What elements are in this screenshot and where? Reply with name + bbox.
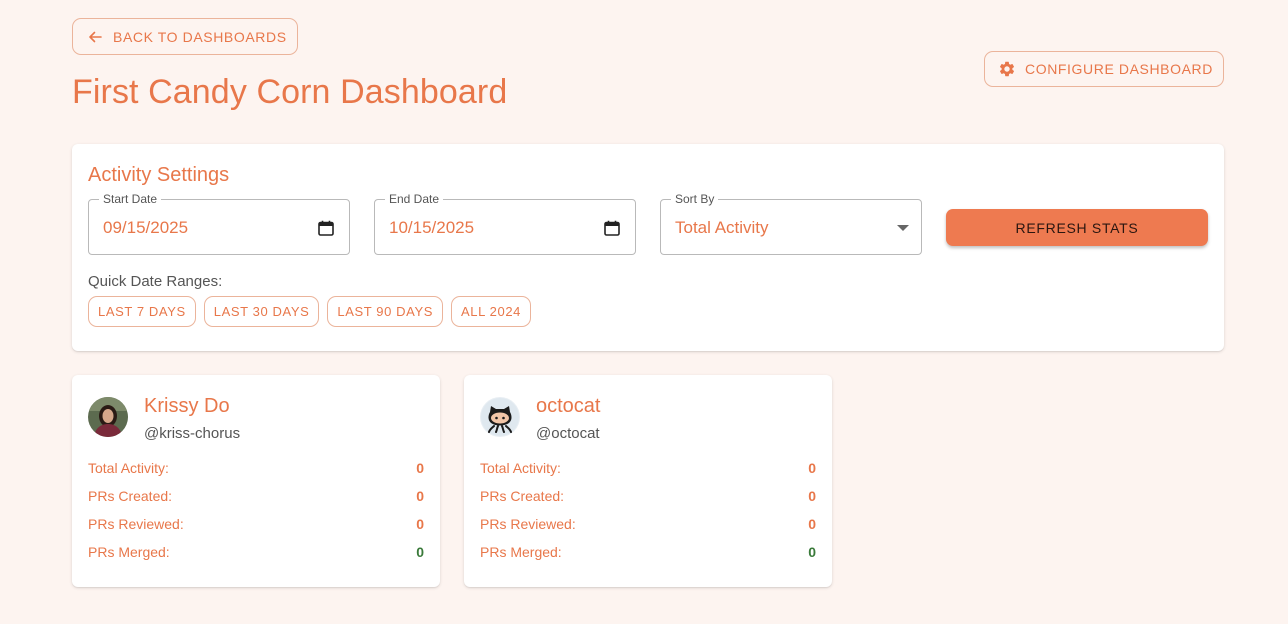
user-handle: @kriss-chorus bbox=[144, 425, 241, 442]
activity-settings-card: Activity Settings Start Date 09/15/2025 … bbox=[72, 144, 1224, 351]
activity-settings-title: Activity Settings bbox=[88, 164, 230, 186]
sort-by-label: Sort By bbox=[671, 192, 719, 206]
stat-label: PRs Created: bbox=[480, 488, 565, 504]
caret-down-icon bbox=[897, 225, 909, 231]
stat-value: 0 bbox=[808, 488, 816, 504]
arrow-left-icon bbox=[87, 29, 103, 45]
refresh-stats-button[interactable]: REFRESH STATS bbox=[946, 209, 1208, 246]
chip-all-2024[interactable]: ALL 2024 bbox=[451, 296, 531, 327]
user-card: Krissy Do @kriss-chorus Total Activity: … bbox=[72, 375, 440, 587]
stat-value: 0 bbox=[808, 516, 816, 532]
chip-last-30-days[interactable]: LAST 30 DAYS bbox=[203, 296, 320, 327]
sort-by-value: Total Activity bbox=[675, 218, 769, 237]
avatar bbox=[88, 397, 128, 437]
configure-dashboard-label: CONFIGURE DASHBOARD bbox=[1025, 61, 1213, 77]
start-date-label: Start Date bbox=[99, 192, 162, 206]
end-date-field[interactable]: End Date 10/15/2025 bbox=[374, 192, 636, 255]
stat-total-activity: Total Activity: 0 bbox=[480, 460, 816, 480]
user-handle: @octocat bbox=[536, 425, 600, 442]
start-date-value: 09/15/2025 bbox=[103, 218, 189, 237]
quick-date-range-chips: LAST 7 DAYS LAST 30 DAYS LAST 90 DAYS AL… bbox=[88, 296, 531, 327]
stat-label: Total Activity: bbox=[480, 460, 561, 476]
stat-value: 0 bbox=[416, 460, 424, 476]
avatar bbox=[480, 397, 520, 437]
chip-last-90-days[interactable]: LAST 90 DAYS bbox=[327, 296, 443, 327]
sort-by-select[interactable]: Sort By Total Activity bbox=[660, 192, 922, 255]
stat-label: Total Activity: bbox=[88, 460, 169, 476]
stat-prs-merged: PRs Merged: 0 bbox=[480, 544, 816, 564]
configure-dashboard-button[interactable]: CONFIGURE DASHBOARD bbox=[984, 51, 1224, 87]
chip-last-7-days[interactable]: LAST 7 DAYS bbox=[88, 296, 196, 327]
stat-value: 0 bbox=[416, 544, 424, 560]
stat-label: PRs Reviewed: bbox=[88, 516, 184, 532]
stat-total-activity: Total Activity: 0 bbox=[88, 460, 424, 480]
stat-prs-created: PRs Created: 0 bbox=[88, 488, 424, 508]
stat-label: PRs Created: bbox=[88, 488, 173, 504]
gear-icon bbox=[998, 60, 1016, 78]
stat-prs-created: PRs Created: 0 bbox=[480, 488, 816, 508]
stat-prs-reviewed: PRs Reviewed: 0 bbox=[480, 516, 816, 536]
stat-value: 0 bbox=[808, 460, 816, 476]
stat-prs-reviewed: PRs Reviewed: 0 bbox=[88, 516, 424, 536]
stat-label: PRs Merged: bbox=[480, 544, 562, 560]
stat-label: PRs Merged: bbox=[88, 544, 170, 560]
calendar-icon[interactable] bbox=[317, 219, 335, 237]
quick-date-ranges-label: Quick Date Ranges: bbox=[88, 273, 223, 290]
start-date-field[interactable]: Start Date 09/15/2025 bbox=[88, 192, 350, 255]
stat-prs-merged: PRs Merged: 0 bbox=[88, 544, 424, 564]
stat-value: 0 bbox=[416, 516, 424, 532]
stat-label: PRs Reviewed: bbox=[480, 516, 576, 532]
user-card: octocat @octocat Total Activity: 0 PRs C… bbox=[464, 375, 832, 587]
stat-value: 0 bbox=[808, 544, 816, 560]
user-name: Krissy Do bbox=[144, 395, 230, 417]
end-date-label: End Date bbox=[385, 192, 444, 206]
calendar-icon[interactable] bbox=[603, 219, 621, 237]
back-to-dashboards-button[interactable]: BACK TO DASHBOARDS bbox=[72, 18, 298, 55]
back-to-dashboards-label: BACK TO DASHBOARDS bbox=[113, 28, 287, 45]
stat-value: 0 bbox=[416, 488, 424, 504]
user-name: octocat bbox=[536, 395, 601, 417]
page-title: First Candy Corn Dashboard bbox=[72, 73, 508, 111]
end-date-value: 10/15/2025 bbox=[389, 218, 475, 237]
